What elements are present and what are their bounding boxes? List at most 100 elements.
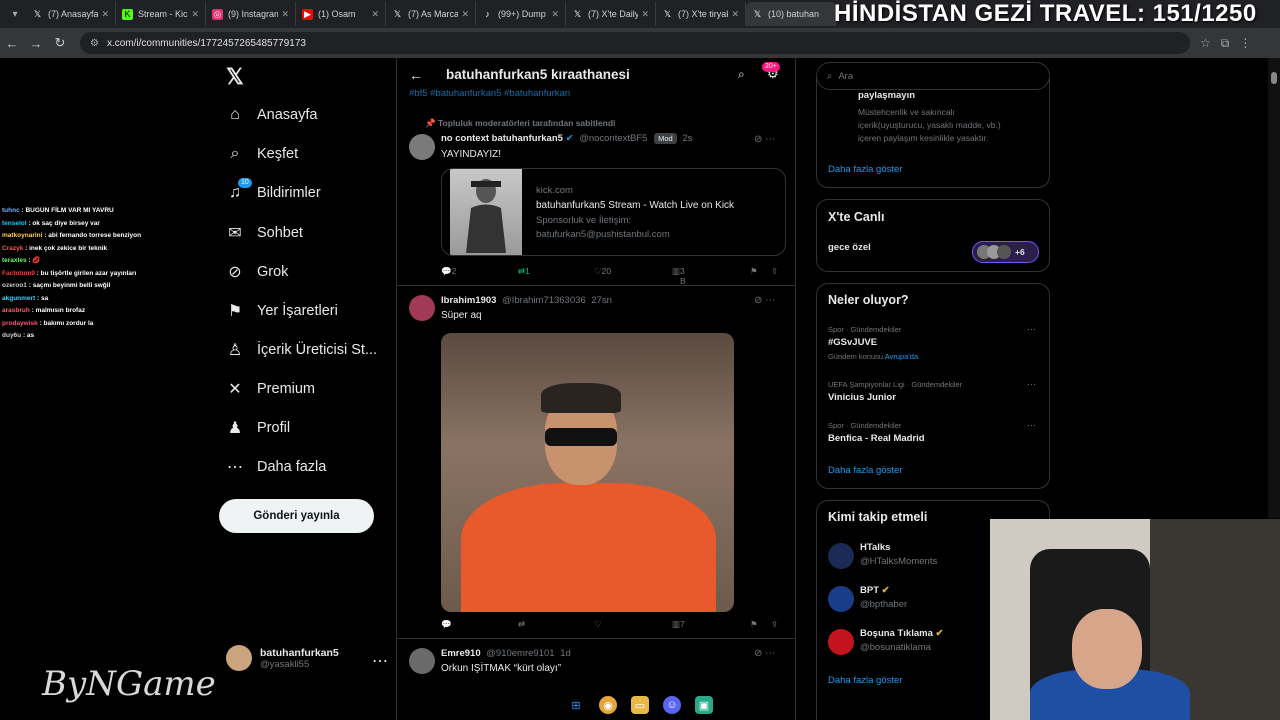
url-text: x.com/i/communities/1772457265485779173 [106,37,306,49]
more-dots-icon[interactable]: ⋯ [1027,324,1036,335]
chat-username: tenselol [2,219,27,227]
scrollbar[interactable] [1268,58,1280,518]
sidebar-item-home[interactable]: ⌂ Anasayfa [218,106,317,124]
tab-close-icon[interactable]: ✕ [641,9,649,20]
extensions-icon[interactable]: ⧉ [1221,36,1230,51]
avatar[interactable] [409,295,435,321]
show-more-link[interactable]: Daha fazla göster [828,675,902,686]
x-logo-icon[interactable]: 𝕏 [226,64,244,90]
tweet-photo[interactable] [441,333,734,612]
back-arrow-icon[interactable]: ← [0,36,24,51]
repost-button[interactable]: ⇄ 1 [518,266,530,277]
share-icon[interactable]: ⇪ [771,266,778,277]
show-more-link[interactable]: Daha fazla göster [828,465,902,476]
chat-username: matkoynarini [2,232,43,239]
more-dots-icon[interactable]: ⋯ [1027,420,1036,431]
reload-icon[interactable]: ↻ [48,35,72,51]
tab-close-icon[interactable]: ✕ [461,9,469,20]
bookmark-icon[interactable]: ⚑ [750,619,758,630]
tweet-header: Ibrahim1903 @Ibrahim71363036 27sn [441,295,612,306]
tab-close-icon[interactable]: ✕ [731,9,739,20]
grok-icon[interactable]: ⊘ ⋯ [754,648,775,659]
avatar[interactable] [828,543,854,569]
verified-badge-icon: ✔ [935,628,944,639]
tab-close-icon[interactable]: ✕ [101,9,109,20]
views-button[interactable]: ▥ 7 [672,619,685,630]
chat-username: teraxles [2,257,27,264]
grok-icon[interactable]: ⊘ ⋯ [754,295,775,306]
menu-dots-icon[interactable]: ⋮ [1239,36,1251,50]
chat-username: prodaywisk [2,319,38,327]
more-dots-icon[interactable]: ⋯ [1027,379,1036,390]
browser-tab[interactable]: ▶ (1) Osam ✕ [296,2,386,26]
live-space-participants[interactable]: +6 [972,241,1039,263]
sidebar-item-bookmarks[interactable]: ⚑ Yer İşaretleri [218,301,338,321]
tab-search-dropdown-icon[interactable]: ▾ [4,3,26,25]
avatar[interactable] [828,629,854,655]
views-button[interactable]: ▥ 3 B [672,266,686,286]
tab-close-icon[interactable]: ✕ [371,9,379,20]
x-icon: 𝕏 [573,8,582,19]
app-icon[interactable]: ▣ [695,696,713,714]
url-field[interactable]: ⚙ x.com/i/communities/177245726548577917… [80,32,1190,54]
avatar[interactable] [409,134,435,160]
discord-icon[interactable]: ☺ [663,696,681,714]
tweet[interactable]: Ibrahim1903 @Ibrahim71363036 27sn ⊘ ⋯ Sü… [397,287,795,639]
bookmark-icon[interactable]: ⚑ [750,266,758,277]
show-more-link[interactable]: Daha fazla göster [828,164,902,175]
repost-button[interactable]: ⇄ [518,619,525,630]
link-card[interactable]: kick.com batuhanfurkan5 Stream - Watch L… [441,168,786,256]
tweet-pinned[interactable]: 📌 Topluluk moderatörleri tarafından sabi… [397,114,795,286]
tweet-actions: 💬 2 ⇄ 1 ♡ 20 ▥ 3 B ⚑ ⇪ [441,266,786,286]
back-arrow-icon[interactable]: ← [409,67,423,83]
search-icon[interactable]: ⌕ [738,67,745,82]
chat-message: matkoynarini : abi fernando torrese benz… [2,230,202,243]
avatar[interactable] [409,648,435,674]
post-button[interactable]: Gönderi yayınla [219,499,374,533]
sidebar-item-profile[interactable]: ♟ Profil [218,418,290,438]
windows-start-icon[interactable]: ⊞ [567,696,585,714]
browser-tab[interactable]: 𝕏 (7) X'te tiryaki ✕ [656,2,746,26]
reply-button[interactable]: 💬 2 [441,266,456,277]
file-explorer-icon[interactable]: ▭ [631,696,649,714]
share-icon[interactable]: ⇪ [771,619,778,630]
reply-button[interactable]: 💬 [441,619,452,630]
browser-tab[interactable]: 𝕏 (7) X'te Daily ✕ [566,2,656,26]
tweet-actions: 💬 ⇄ ♡ ▥ 7 ⚑ ⇪ [441,619,786,633]
sidebar-item-creator-studio[interactable]: ♙ İçerik Üreticisi St... [218,340,377,360]
creator-icon: ♙ [227,342,243,359]
browser-tab-active[interactable]: 𝕏 (10) batuhan [746,2,836,26]
bookmark-star-icon[interactable]: ☆ [1200,36,1211,50]
sidebar-item-grok[interactable]: ⊘ Grok [218,262,288,282]
chrome-icon[interactable]: ◉ [599,696,617,714]
account-switcher[interactable]: batuhanfurkan5 @yasakli55 ⋯ [226,645,388,671]
tab-close-icon[interactable]: ✕ [281,9,289,20]
browser-tab[interactable]: ◎ (9) Instagram ✕ [206,2,296,26]
browser-tab[interactable]: 𝕏 (7) Anasayfa ✕ [26,2,116,26]
tab-close-icon[interactable]: ✕ [551,9,559,20]
chat-message: Crazyk : inek çok zekice bir teknik [2,243,202,256]
like-button[interactable]: ♡ 20 [594,266,611,277]
hashtag-row[interactable]: #bf5 #batuhanfurkan5 #batuhanfurkan [409,88,570,99]
like-button[interactable]: ♡ [594,619,602,630]
tab-close-icon[interactable]: ✕ [191,9,199,20]
avatar[interactable] [828,586,854,612]
sidebar-item-notifications[interactable]: ♫ 10 Bildirimler [218,178,321,202]
browser-tab[interactable]: K Stream - Kick ✕ [116,2,206,26]
sidebar-item-messages[interactable]: ✉ Sohbet [218,223,303,243]
more-dots-icon[interactable]: ⋯ [372,651,388,671]
forward-arrow-icon[interactable]: → [24,36,48,51]
trends-panel: Neler oluyor? Spor · Gündemdekiler #GSvJ… [816,283,1050,489]
browser-tab[interactable]: ♪ (99+) Dump ✕ [476,2,566,26]
site-info-icon[interactable]: ⚙ [90,38,99,49]
scrollbar-thumb[interactable] [1271,72,1277,84]
stream-chat-overlay: tuhnc : BUGUN FİLM VAR MI YAVRU tenselol … [2,205,202,343]
grok-icon[interactable]: ⊘ ⋯ [754,134,775,145]
live-space-title[interactable]: gece özel [828,242,871,253]
chat-username: tuhnc [2,207,20,214]
sidebar-item-more[interactable]: ⋯ Daha fazla [218,457,326,477]
browser-tab[interactable]: 𝕏 (7) As Marca ✕ [386,2,476,26]
sidebar-item-premium[interactable]: ✕ Premium [218,379,315,399]
bookmark-icon: ⚑ [227,303,243,320]
sidebar-item-explore[interactable]: ⌕ Keşfet [218,145,299,163]
